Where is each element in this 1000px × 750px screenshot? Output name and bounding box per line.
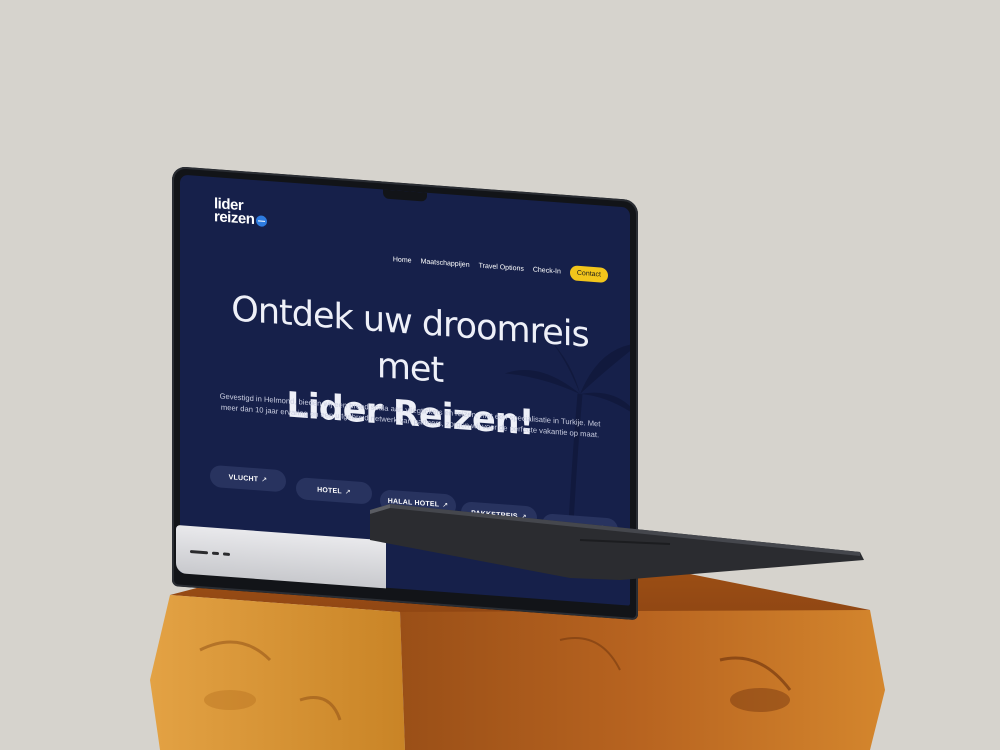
arrow-up-right-icon: ↗ <box>261 476 268 485</box>
magsafe-port <box>190 550 208 555</box>
laptop-base-deck <box>370 504 864 580</box>
logo-text-line2: reizen <box>214 208 255 229</box>
usb-c-port <box>212 551 219 556</box>
nav-item-check-in[interactable]: Check-In <box>533 266 561 275</box>
category-hotel-button[interactable]: HOTEL ↗ <box>296 477 372 505</box>
category-label: HOTEL <box>317 486 342 496</box>
contact-button[interactable]: Contact <box>569 265 608 284</box>
arrow-up-right-icon: ↗ <box>344 488 351 497</box>
nav-item-travel-options[interactable]: Travel Options <box>479 263 524 273</box>
camera-notch <box>383 189 427 202</box>
site-logo[interactable]: lider reizen <box>214 195 268 229</box>
category-vlucht-button[interactable]: VLUCHT ↗ <box>210 464 286 493</box>
category-label: VLUCHT <box>228 474 259 484</box>
nav-item-home[interactable]: Home <box>393 256 412 264</box>
nav-item-maatschappijen[interactable]: Maatschappijen <box>421 258 470 269</box>
usb-c-port <box>223 552 230 556</box>
plane-icon <box>256 214 268 227</box>
